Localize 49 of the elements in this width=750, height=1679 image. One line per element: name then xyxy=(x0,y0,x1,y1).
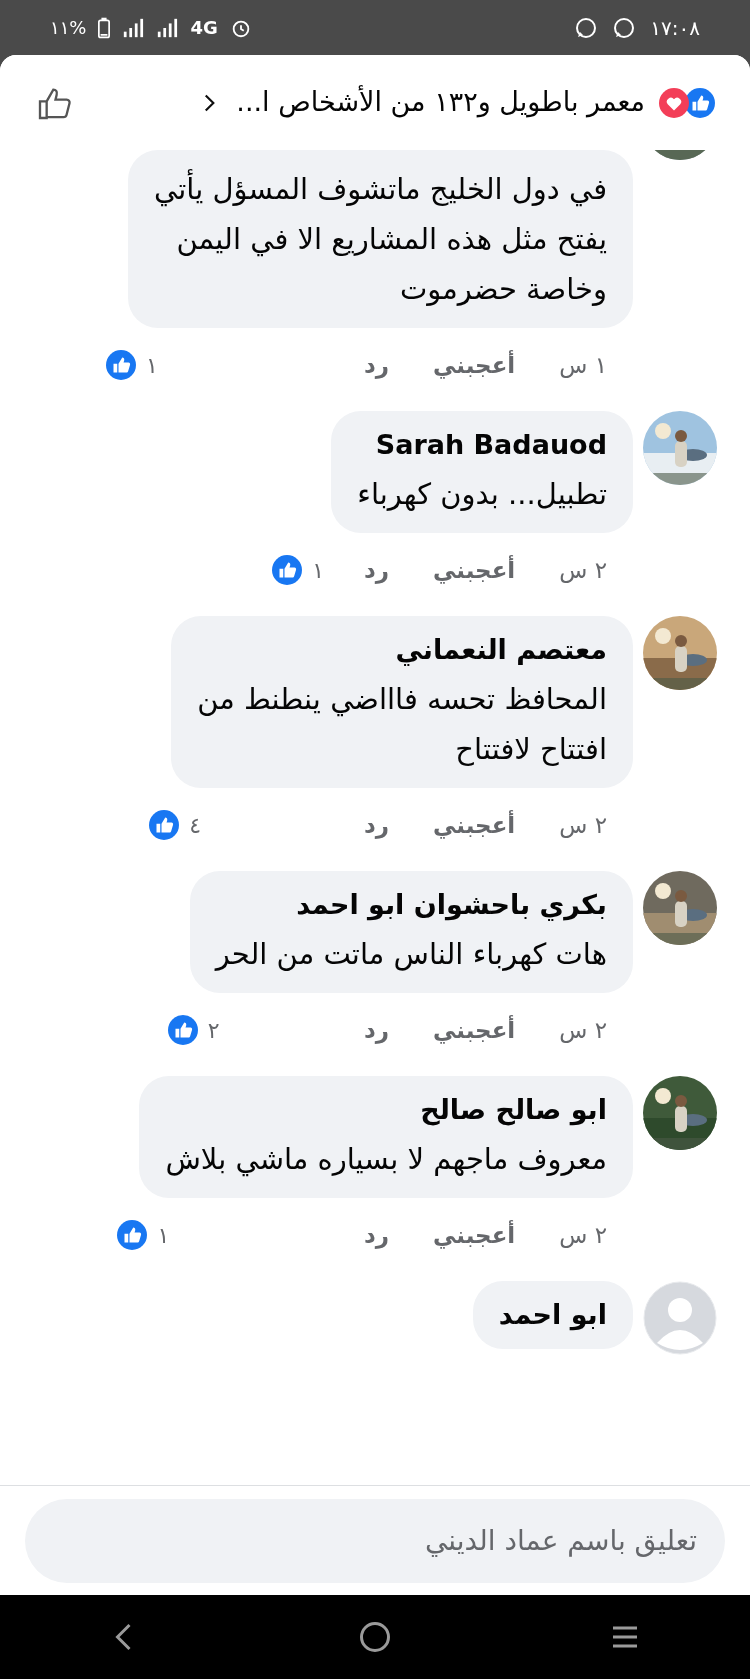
like-reaction-icon xyxy=(117,1220,148,1251)
like-reaction-icon xyxy=(149,810,180,841)
comment-time: ١ س xyxy=(559,351,607,380)
comment-text: معروف ماجهم لا بسياره ماشي بلاش xyxy=(165,1141,607,1179)
commenter-name[interactable]: بكري باحشوان ابو احمد xyxy=(215,884,607,925)
battery-percent: %١١ xyxy=(50,16,87,40)
heart-reaction-icon xyxy=(659,87,689,118)
signal-icon xyxy=(122,16,145,39)
signal-icon xyxy=(156,16,179,39)
reactions-summary[interactable]: معمر باطويل و١٣٢ من الأشخاص ا... xyxy=(236,82,645,123)
default-avatar-icon xyxy=(643,1280,717,1355)
like-link[interactable]: أعجبني xyxy=(433,553,516,588)
clock-time: ١٧:٠٨ xyxy=(650,14,700,42)
comment-time: ٢ س xyxy=(559,811,607,840)
comment-input[interactable]: تعليق باسم عماد الديني xyxy=(25,1498,725,1583)
reply-link[interactable]: رد xyxy=(364,808,390,843)
like-link[interactable]: أعجبني xyxy=(433,348,516,383)
like-reaction-icon xyxy=(272,555,303,586)
like-reaction-icon xyxy=(685,87,715,118)
like-link[interactable]: أعجبني xyxy=(433,1218,516,1253)
comment-text: في دول الخليج ماتشوف المسؤل يأتي يفتح مثل هذه المشاريع الا في اليمن وخاصة حضرموت xyxy=(154,164,607,314)
commenter-name[interactable]: معتصم النعماني xyxy=(197,629,607,670)
reaction-count: ١ xyxy=(312,556,324,585)
like-link[interactable]: أعجبني xyxy=(433,1013,516,1048)
reply-link[interactable]: رد xyxy=(364,1218,390,1253)
like-reaction-icon xyxy=(167,1015,198,1046)
reaction-count: ١ xyxy=(146,351,158,380)
chat-bubble-icon xyxy=(574,15,599,40)
comment-time: ٢ س xyxy=(559,1016,607,1045)
reply-link[interactable]: رد xyxy=(364,348,390,383)
comment-text: تطبيل... بدون كهرباء xyxy=(357,476,607,513)
comment-text: هات كهرباء الناس ماتت من الحر xyxy=(215,936,607,973)
like-link[interactable]: أعجبني xyxy=(433,808,516,843)
reply-link[interactable]: رد xyxy=(364,553,390,588)
battery-icon xyxy=(98,16,111,39)
reaction-count: ١ xyxy=(157,1221,170,1250)
comment-text: المحافظ تحسه فاااضي ينطنط من افتتاح لافتتاح xyxy=(197,681,607,768)
comment-time: ٢ س xyxy=(559,1221,607,1250)
commenter-name[interactable]: Sarah Badauod xyxy=(357,424,607,465)
chat-bubble-icon xyxy=(612,15,637,40)
commenter-name[interactable]: ابو احمد xyxy=(498,1294,607,1335)
network-type: 4G xyxy=(190,16,218,40)
comment-time: ٢ س xyxy=(559,556,607,585)
like-reaction-icon xyxy=(106,350,137,381)
reaction-count: ٢ xyxy=(207,1016,220,1045)
commenter-name[interactable]: ابو صالح صالح xyxy=(165,1089,607,1130)
reply-link[interactable]: رد xyxy=(364,1013,390,1048)
reaction-count: ٤ xyxy=(189,811,202,840)
home-icon[interactable] xyxy=(357,1619,393,1655)
